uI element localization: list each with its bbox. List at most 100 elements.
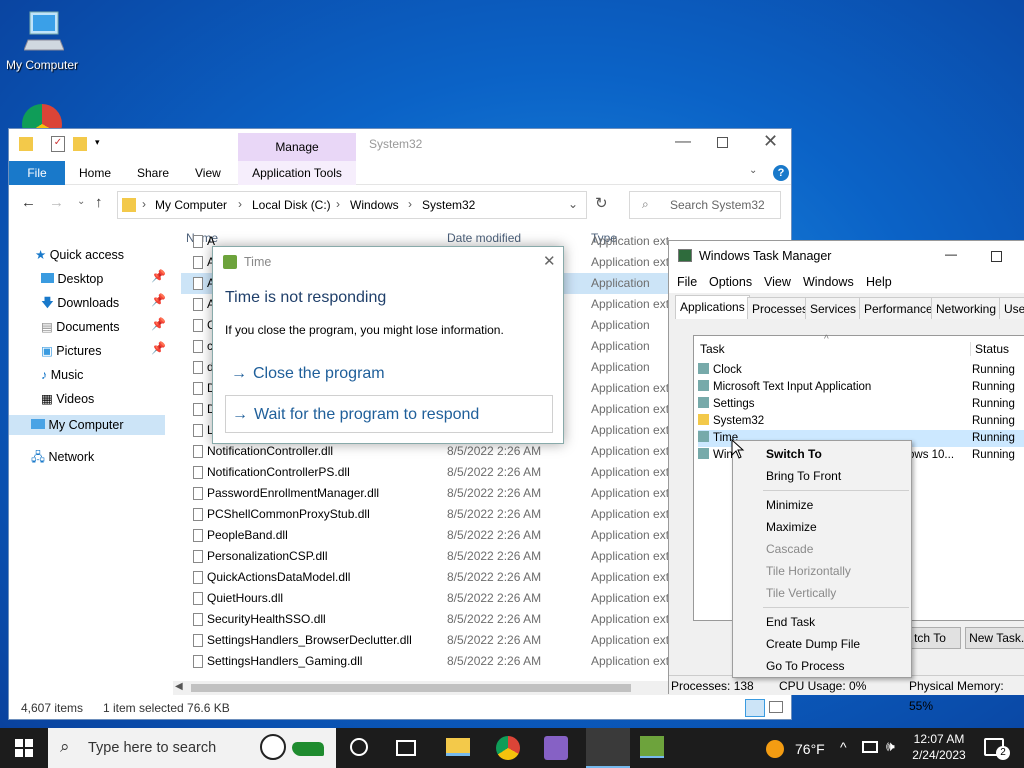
table-row[interactable]: PeopleBand.dll 8/5/2022 2:26 AM Applicatio… [181, 525, 681, 546]
table-row[interactable]: NotificationController.dll 8/5/2022 2:26 … [181, 441, 681, 462]
table-row[interactable]: NotificationControllerPS.dll 8/5/2022 2:2… [181, 462, 681, 483]
task-row[interactable]: Settings Running [698, 396, 1024, 413]
properties-icon[interactable]: ✓ [51, 136, 65, 152]
menu-maximize[interactable]: Maximize [766, 516, 817, 538]
file-type: Application [591, 339, 650, 353]
manage-context-tab[interactable]: Manage [238, 133, 356, 161]
table-row[interactable]: PasswordEnrollmentManager.dll 8/5/2022 2:… [181, 483, 681, 504]
maximize-button[interactable] [717, 137, 728, 148]
tab-view[interactable]: View [195, 161, 221, 185]
table-row[interactable]: PersonalizationCSP.dll 8/5/2022 2:26 AM Ap… [181, 546, 681, 567]
visual-studio-taskbar-icon[interactable] [544, 736, 568, 760]
up-arrow-icon[interactable]: ↑ [95, 194, 103, 211]
chrome-desktop-icon[interactable] [22, 104, 62, 128]
back-arrow-icon[interactable]: ← [21, 194, 36, 211]
nav-pictures[interactable]: ▣ Pictures [41, 341, 101, 361]
breadcrumb-system32[interactable]: System32 [422, 198, 475, 212]
menu-switch-to[interactable]: Switch To [766, 443, 822, 465]
scroll-thumb[interactable] [191, 684, 631, 692]
close-program-option[interactable]: → Close the program [225, 355, 553, 393]
dialog-close-button[interactable]: ✕ [543, 252, 556, 270]
chrome-taskbar-icon[interactable] [496, 736, 520, 760]
table-row[interactable]: QuickActionsDataModel.dll 8/5/2022 2:26 A… [181, 567, 681, 588]
table-row[interactable]: QuietHours.dll 8/5/2022 2:26 AM Applicatio… [181, 588, 681, 609]
horizontal-scrollbar[interactable]: ◀ [173, 681, 679, 695]
clock-app-taskbar-icon[interactable] [640, 736, 664, 758]
new-task-button[interactable]: New Task... [965, 627, 1024, 649]
task-view-icon[interactable] [396, 740, 416, 756]
tab-application-tools[interactable]: Application Tools [238, 161, 356, 185]
nav-music[interactable]: ♪ Music [41, 365, 83, 385]
refresh-icon[interactable]: ↻ [595, 194, 608, 212]
task-row[interactable]: Clock Running [698, 362, 1024, 379]
details-view-icon[interactable] [745, 699, 765, 717]
menu-minimize[interactable]: Minimize [766, 494, 813, 516]
search-box[interactable]: ⌕ Search System32 [629, 191, 781, 219]
tab-share[interactable]: Share [137, 161, 169, 185]
tm-menu-file[interactable]: File [677, 275, 697, 289]
tab-home[interactable]: Home [79, 161, 111, 185]
menu-go-to-process[interactable]: Go To Process [766, 655, 844, 677]
tm-maximize-button[interactable] [991, 251, 1002, 262]
ribbon-expand-icon[interactable]: ⌄ [749, 165, 757, 176]
tm-menu-view[interactable]: View [764, 275, 791, 289]
table-row[interactable]: PCShellCommonProxyStub.dll 8/5/2022 2:26 … [181, 504, 681, 525]
menu-create-dump-file[interactable]: Create Dump File [766, 633, 860, 655]
nav-documents[interactable]: ▤ Documents [41, 317, 120, 337]
taskbar-search-box[interactable]: ⌕ Type here to search [48, 728, 336, 768]
volume-icon[interactable]: 🕪 [886, 738, 895, 755]
nav-videos[interactable]: ▦ Videos [41, 389, 94, 409]
cortana-icon[interactable] [350, 738, 368, 756]
tm-tab-networking[interactable]: Networking [931, 297, 1002, 319]
tm-tab-performance[interactable]: Performance [859, 297, 938, 319]
breadcrumb-windows[interactable]: Windows [350, 198, 399, 212]
nav-my-computer[interactable]: My Computer [9, 415, 165, 435]
tm-minimize-button[interactable]: — [945, 247, 957, 261]
tm-col-task-header[interactable]: Task [700, 342, 725, 356]
start-button[interactable] [0, 728, 48, 768]
tm-tab-users[interactable]: User [999, 297, 1024, 319]
task-manager-taskbar-icon[interactable] [586, 728, 630, 768]
task-row[interactable]: Microsoft Text Input Application Running [698, 379, 1024, 396]
my-computer-label: My Computer [5, 58, 79, 72]
music-icon: ♪ [41, 368, 48, 382]
qat-dropdown-icon[interactable]: ▾ [95, 137, 100, 148]
quick-access[interactable]: ★ Quick access [35, 245, 124, 265]
close-button[interactable]: ✕ [763, 131, 778, 152]
tm-tab-processes[interactable]: Processes [747, 297, 814, 319]
tm-menu-help[interactable]: Help [866, 275, 892, 289]
large-icons-view-icon[interactable] [769, 701, 783, 713]
table-row[interactable]: SettingsHandlers_Gaming.dll 8/5/2022 2:26… [181, 651, 681, 672]
minimize-button[interactable]: — [675, 133, 691, 151]
my-computer-desktop-icon[interactable]: My Computer [6, 8, 78, 78]
wait-program-option[interactable]: → Wait for the program to respond [225, 395, 553, 433]
table-row[interactable]: SettingsHandlers_BrowserDeclutter.dll 8/5… [181, 630, 681, 651]
address-bar[interactable]: › My Computer › Local Disk (C:) › Window… [117, 191, 587, 219]
weather-temp[interactable]: 76°F [795, 741, 825, 757]
table-row[interactable]: SecurityHealthSSO.dll 8/5/2022 2:26 AM App… [181, 609, 681, 630]
help-icon[interactable]: ? [773, 165, 789, 181]
address-dropdown-icon[interactable]: ⌄ [568, 197, 578, 211]
tm-tab-applications[interactable]: Applications [675, 295, 750, 319]
nav-network[interactable]: 🖧 Network [31, 447, 94, 467]
tm-menu-windows[interactable]: Windows [803, 275, 854, 289]
new-folder-icon[interactable] [73, 137, 87, 151]
nav-downloads[interactable]: 🡇 Downloads [41, 293, 119, 313]
menu-end-task[interactable]: End Task [766, 611, 815, 633]
menu-bring-to-front[interactable]: Bring To Front [766, 465, 841, 487]
network-tray-icon[interactable] [862, 741, 878, 753]
nav-desktop[interactable]: Desktop [41, 269, 103, 289]
breadcrumb-my-computer[interactable]: My Computer [155, 198, 227, 212]
tm-tab-services[interactable]: Services [805, 297, 862, 319]
recent-dropdown-icon[interactable]: ⌄ [77, 196, 85, 207]
forward-arrow-icon[interactable]: → [49, 194, 64, 211]
breadcrumb-local-disk[interactable]: Local Disk (C:) [252, 198, 331, 212]
tm-menu-options[interactable]: Options [709, 275, 752, 289]
scroll-left-icon[interactable]: ◀ [175, 681, 183, 692]
clock[interactable]: 12:07 AM 2/24/2023 [908, 731, 970, 763]
tab-file[interactable]: File [9, 161, 65, 185]
task-row[interactable]: System32 Running [698, 413, 1024, 430]
file-explorer-taskbar-icon[interactable] [446, 738, 470, 756]
tm-col-status-header[interactable]: Status [970, 342, 1009, 356]
system-tray-chevron-icon[interactable]: ^ [840, 739, 847, 755]
